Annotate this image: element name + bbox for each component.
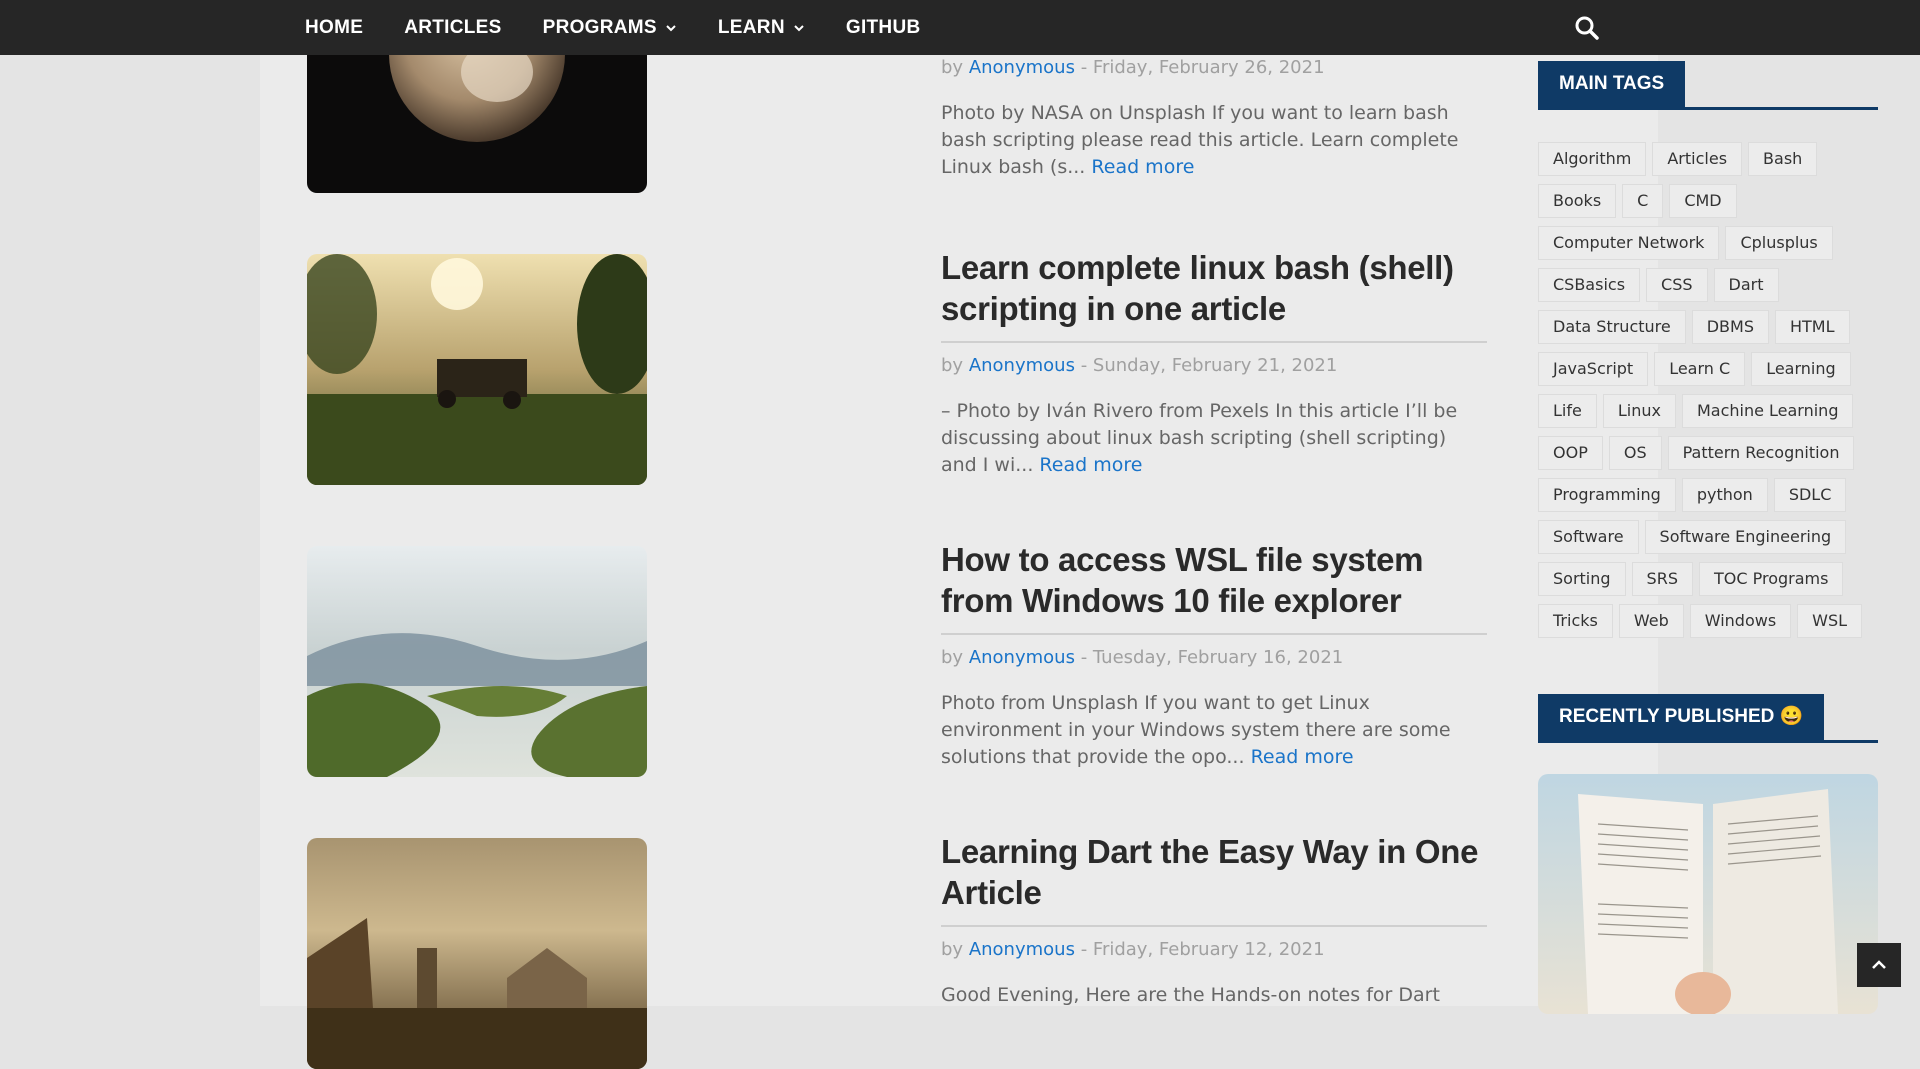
post-excerpt: Photo by NASA on Unsplash If you want to… — [941, 100, 1487, 181]
tag-link[interactable]: Programming — [1538, 478, 1676, 512]
tag-link[interactable]: TOC Programs — [1698, 562, 1844, 596]
post-text: by Anonymous - Friday, February 26, 2021… — [941, 57, 1487, 181]
nav-learn-label: LEARN — [717, 16, 785, 38]
tag-link[interactable]: WSL — [1797, 604, 1863, 638]
top-navbar: HOME ARTICLES PROGRAMS LEARN GITHUB — [0, 0, 1920, 55]
tag-link[interactable]: HTML — [1774, 310, 1850, 344]
nav-programs[interactable]: PROGRAMS — [543, 17, 677, 39]
post-title[interactable]: How to access WSL file system from Windo… — [941, 539, 1487, 635]
nav-programs-label: PROGRAMS — [542, 16, 657, 38]
post-text: How to access WSL file system from Windo… — [941, 539, 1487, 771]
post-text: Learning Dart the Easy Way in One Articl… — [941, 831, 1487, 1009]
chevron-up-icon — [1870, 956, 1888, 974]
tag-link[interactable]: Articles — [1652, 142, 1743, 176]
tag-link[interactable]: Sorting — [1538, 562, 1626, 596]
post-meta: by Anonymous - Friday, February 26, 2021 — [941, 57, 1487, 78]
nav-articles[interactable]: ARTICLES — [404, 17, 501, 39]
post-meta: by Anonymous - Sunday, February 21, 2021 — [941, 355, 1487, 376]
tag-link[interactable]: Tricks — [1538, 604, 1613, 638]
post-excerpt: Photo from Unsplash If you want to get L… — [941, 690, 1487, 771]
post-date: - Friday, February 26, 2021 — [1080, 57, 1325, 78]
tag-link[interactable]: Pattern Recognition — [1667, 436, 1855, 470]
tag-link[interactable]: Linux — [1602, 394, 1676, 428]
tag-link[interactable]: Software — [1538, 520, 1639, 554]
tag-link[interactable]: Machine Learning — [1681, 394, 1854, 428]
excerpt-text: – Photo by Iván Rivero from Pexels In th… — [941, 400, 1458, 476]
tag-cloud: Algorithm Articles Bash Books C CMD Computer N… — [1538, 142, 1878, 638]
tag-link[interactable]: SDLC — [1773, 478, 1847, 512]
tag-link[interactable]: OS — [1608, 436, 1662, 470]
author-link[interactable]: Anonymous — [969, 939, 1075, 960]
search-icon[interactable] — [1574, 15, 1600, 41]
tag-link[interactable]: Software Engineering — [1644, 520, 1847, 554]
tag-link[interactable]: Cplusplus — [1725, 226, 1833, 260]
post-excerpt: – Photo by Iván Rivero from Pexels In th… — [941, 398, 1487, 479]
nav-github[interactable]: GITHUB — [846, 17, 921, 39]
tag-link[interactable]: Algorithm — [1538, 142, 1647, 176]
post-title[interactable]: Learning Dart the Easy Way in One Articl… — [941, 831, 1487, 927]
nav-home[interactable]: HOME — [305, 17, 363, 39]
by-label: by — [941, 355, 964, 376]
excerpt-text: Photo from Unsplash If you want to get L… — [941, 692, 1451, 768]
content-area: by Anonymous - Friday, February 26, 2021… — [260, 0, 1878, 1069]
post-thumbnail-village[interactable] — [307, 838, 647, 1069]
read-more-link[interactable]: Read more — [1251, 746, 1354, 768]
nav-home-label: HOME — [305, 16, 364, 38]
excerpt-text: Good Evening, Here are the Hands-on note… — [941, 984, 1440, 1006]
author-link[interactable]: Anonymous — [969, 57, 1075, 78]
post-date: - Tuesday, February 16, 2021 — [1080, 647, 1344, 668]
tag-link[interactable]: Windows — [1689, 604, 1792, 638]
tag-link[interactable]: Books — [1538, 184, 1617, 218]
by-label: by — [941, 939, 964, 960]
tag-link[interactable]: C — [1622, 184, 1664, 218]
recent-widget: RECENTLY PUBLISHED 😀 — [1538, 694, 1878, 743]
tag-link[interactable]: Computer Network — [1538, 226, 1720, 260]
read-more-link[interactable]: Read more — [1091, 156, 1194, 178]
tag-link[interactable]: CMD — [1669, 184, 1737, 218]
excerpt-text: Photo by NASA on Unsplash If you want to… — [941, 102, 1459, 178]
nav-articles-label: ARTICLES — [404, 16, 502, 38]
post-excerpt: Good Evening, Here are the Hands-on note… — [941, 982, 1487, 1009]
author-link[interactable]: Anonymous — [969, 355, 1075, 376]
tag-link[interactable]: Dart — [1713, 268, 1779, 302]
main-nav: HOME ARTICLES PROGRAMS LEARN GITHUB — [305, 0, 962, 55]
read-more-link[interactable]: Read more — [1039, 454, 1142, 476]
recent-post-thumbnail[interactable] — [1538, 774, 1878, 1014]
chevron-down-icon — [793, 22, 805, 34]
post-date: - Friday, February 12, 2021 — [1080, 939, 1325, 960]
post-meta: by Anonymous - Friday, February 12, 2021 — [941, 939, 1487, 960]
post-title[interactable]: Learn complete linux bash (shell) script… — [941, 247, 1487, 343]
tag-link[interactable]: Learn C — [1654, 352, 1746, 386]
main-tags-title: MAIN TAGS — [1538, 61, 1686, 107]
post-date: - Sunday, February 21, 2021 — [1080, 355, 1338, 376]
nav-github-label: GITHUB — [845, 16, 921, 38]
tag-link[interactable]: Life — [1538, 394, 1597, 428]
tag-link[interactable]: OOP — [1538, 436, 1603, 470]
recently-published-title: RECENTLY PUBLISHED 😀 — [1538, 694, 1825, 740]
widget-header: RECENTLY PUBLISHED 😀 — [1538, 694, 1878, 743]
post-text: Learn complete linux bash (shell) script… — [941, 247, 1487, 479]
post-thumbnail-tractor[interactable] — [307, 254, 647, 485]
author-link[interactable]: Anonymous — [969, 647, 1075, 668]
main-tags-widget: MAIN TAGS Algorithm Articles Bash Books C CMD… — [1538, 61, 1878, 638]
tag-link[interactable]: python — [1681, 478, 1768, 512]
tag-link[interactable]: Learning — [1751, 352, 1851, 386]
tag-link[interactable]: DBMS — [1691, 310, 1769, 344]
post-thumbnail-lake[interactable] — [307, 546, 647, 777]
tag-link[interactable]: CSS — [1646, 268, 1708, 302]
post-meta: by Anonymous - Tuesday, February 16, 202… — [941, 647, 1487, 668]
back-to-top-button[interactable] — [1857, 943, 1901, 987]
nav-learn[interactable]: LEARN — [718, 17, 805, 39]
tag-link[interactable]: Data Structure — [1538, 310, 1686, 344]
tag-link[interactable]: SRS — [1631, 562, 1693, 596]
by-label: by — [941, 57, 964, 78]
tag-link[interactable]: CSBasics — [1538, 268, 1641, 302]
by-label: by — [941, 647, 964, 668]
tag-link[interactable]: Web — [1618, 604, 1684, 638]
tag-link[interactable]: Bash — [1748, 142, 1818, 176]
tag-link[interactable]: JavaScript — [1538, 352, 1649, 386]
chevron-down-icon — [665, 22, 677, 34]
widget-header: MAIN TAGS — [1538, 61, 1878, 110]
